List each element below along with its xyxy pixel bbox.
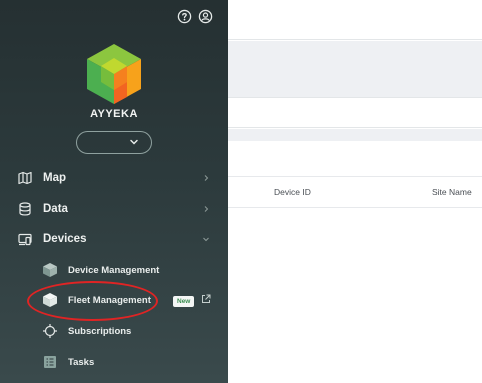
highlight-annotation-ring xyxy=(27,281,158,321)
devices-table: Device ID Site Name xyxy=(228,141,482,383)
chevron-right-icon xyxy=(204,175,209,181)
main-content: Device ID Site Name xyxy=(228,0,482,383)
user-circle-icon[interactable] xyxy=(198,9,213,24)
sidebar-item-tasks[interactable]: Tasks xyxy=(0,350,228,374)
top-bar xyxy=(228,0,482,40)
nav-item-map[interactable]: Map xyxy=(0,165,228,191)
site-selector[interactable] xyxy=(76,131,152,154)
header-band xyxy=(228,41,482,98)
map-icon xyxy=(18,171,32,185)
database-icon xyxy=(19,202,31,216)
subscriptions-label: Subscriptions xyxy=(68,325,132,337)
box-icon xyxy=(43,263,57,277)
divider-band xyxy=(228,129,482,141)
header-icons xyxy=(177,9,213,24)
new-badge: New xyxy=(173,296,195,307)
chevron-down-icon xyxy=(203,237,209,242)
ayyeka-logo xyxy=(87,44,141,104)
column-header-site-name[interactable]: Site Name xyxy=(432,187,472,197)
list-icon xyxy=(44,356,56,368)
nav-item-data-label: Data xyxy=(43,203,68,215)
column-header-device-id[interactable]: Device ID xyxy=(274,187,311,197)
crosshair-icon xyxy=(43,324,57,338)
sidebar: AYYEKA Map Data Devices Device Managemen… xyxy=(0,0,228,383)
nav-item-map-label: Map xyxy=(43,172,66,184)
devices-icon xyxy=(18,233,32,246)
sidebar-item-device-management[interactable]: Device Management xyxy=(0,258,228,282)
chevron-right-icon xyxy=(204,206,209,212)
nav-item-devices[interactable]: Devices xyxy=(0,226,228,252)
external-link-icon[interactable] xyxy=(201,294,211,304)
table-header: Device ID Site Name xyxy=(228,176,482,208)
brand-name: AYYEKA xyxy=(90,108,138,120)
nav-item-data[interactable]: Data xyxy=(0,196,228,222)
nav-item-devices-label: Devices xyxy=(43,233,87,245)
toolbar-band xyxy=(228,99,482,128)
sidebar-item-subscriptions[interactable]: Subscriptions xyxy=(0,319,228,343)
chevron-down-icon xyxy=(130,139,138,145)
device-management-label: Device Management xyxy=(68,264,160,276)
tasks-label: Tasks xyxy=(68,356,95,368)
help-circle-icon[interactable] xyxy=(177,9,192,24)
